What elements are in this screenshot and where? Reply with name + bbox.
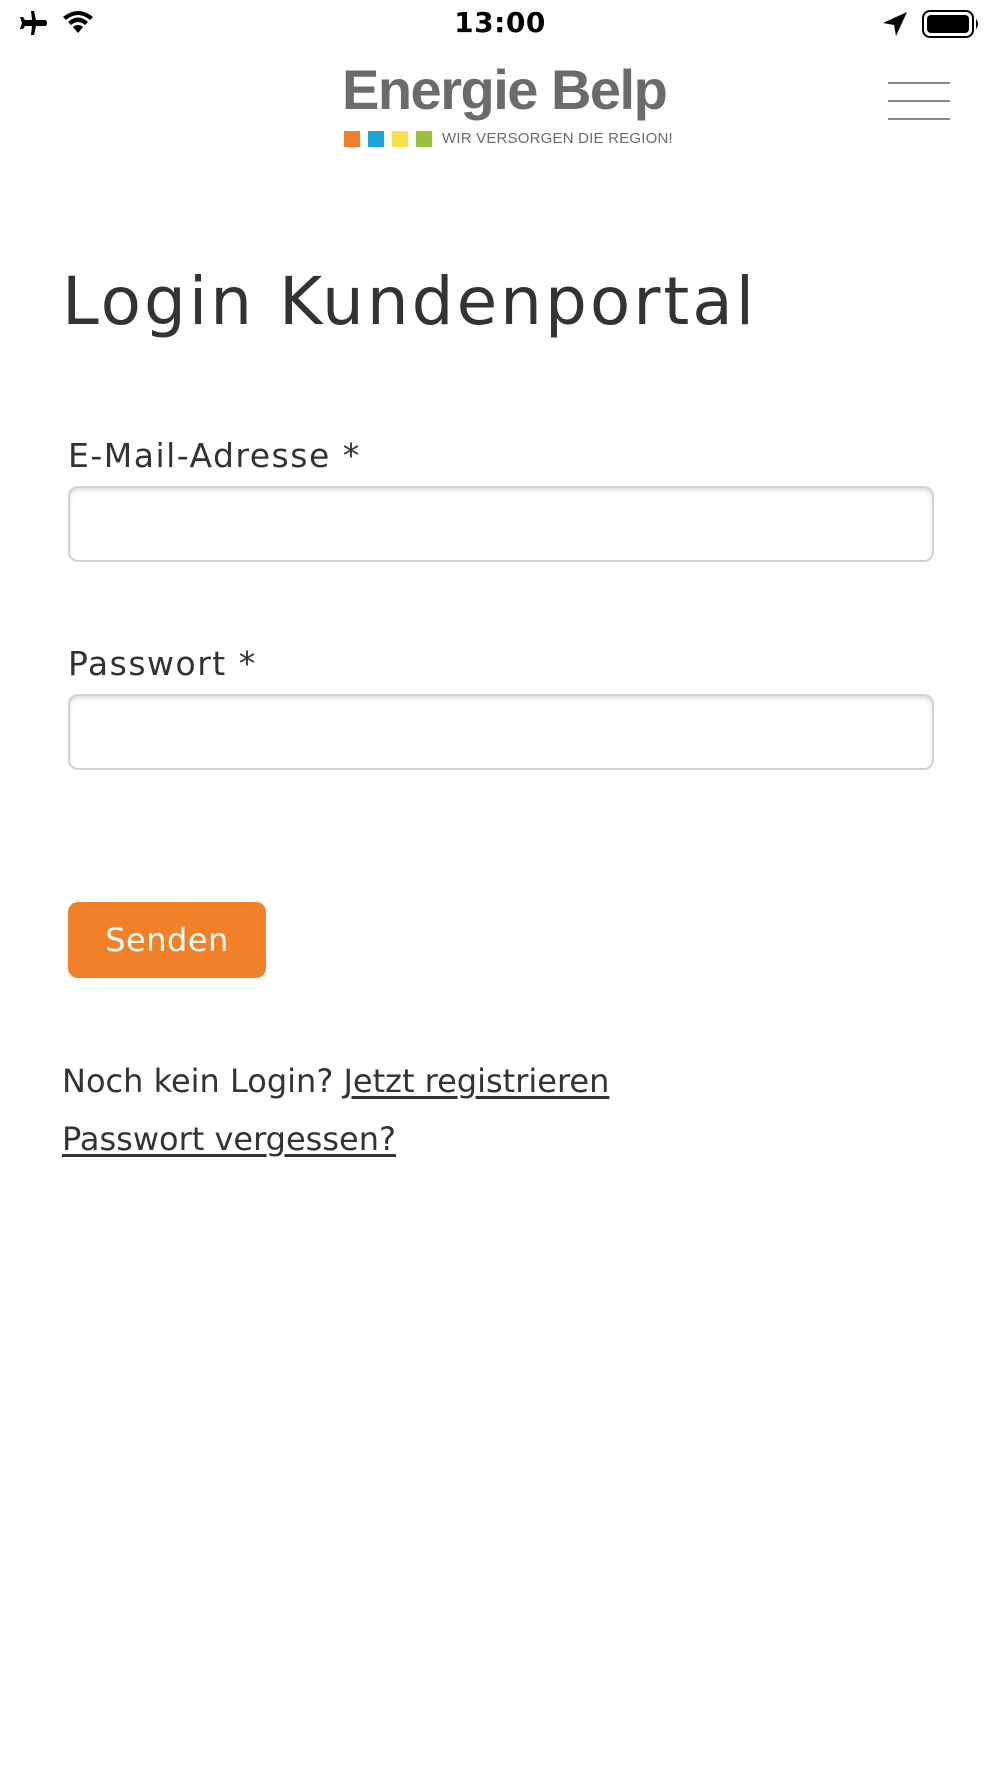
logo-tagline: WIR VERSORGEN DIE REGION! xyxy=(442,130,673,147)
status-right-icons xyxy=(882,10,980,43)
status-time: 13:00 xyxy=(454,6,546,39)
forgot-password-link[interactable]: Passwort vergessen? xyxy=(62,1120,396,1158)
logo-square-orange xyxy=(344,130,360,147)
logo-square-yellow xyxy=(392,130,408,147)
logo-name: Energie Belp xyxy=(342,58,668,121)
logo-square-green xyxy=(416,130,432,147)
register-link[interactable]: Jetzt registrieren xyxy=(343,1062,609,1100)
location-arrow-icon xyxy=(882,11,908,42)
register-line: Noch kein Login? Jetzt registrieren xyxy=(62,1060,609,1102)
energie-belp-logo[interactable]: Energie Belp WIR VERSORGEN DIE REGION! xyxy=(342,58,673,150)
hamburger-menu-icon[interactable] xyxy=(888,80,952,122)
password-input[interactable] xyxy=(68,694,934,770)
logo-bottom-row: WIR VERSORGEN DIE REGION! xyxy=(344,130,673,147)
submit-button[interactable]: Senden xyxy=(68,902,266,978)
register-prompt: Noch kein Login? xyxy=(62,1062,334,1100)
battery-icon xyxy=(922,10,980,43)
site-header: Energie Belp WIR VERSORGEN DIE REGION! xyxy=(0,50,1000,160)
logo-square-blue xyxy=(368,130,384,147)
email-input[interactable] xyxy=(68,486,934,562)
email-label: E-Mail-Adresse * xyxy=(68,436,361,475)
password-label: Passwort * xyxy=(68,644,257,683)
status-bar: 13:00 xyxy=(0,0,1000,50)
menu-bar-bottom xyxy=(888,118,950,120)
forgot-line: Passwort vergessen? xyxy=(62,1118,396,1160)
menu-bar-top xyxy=(888,82,950,84)
page-title: Login Kundenportal xyxy=(62,263,758,340)
menu-bar-middle xyxy=(888,100,950,102)
